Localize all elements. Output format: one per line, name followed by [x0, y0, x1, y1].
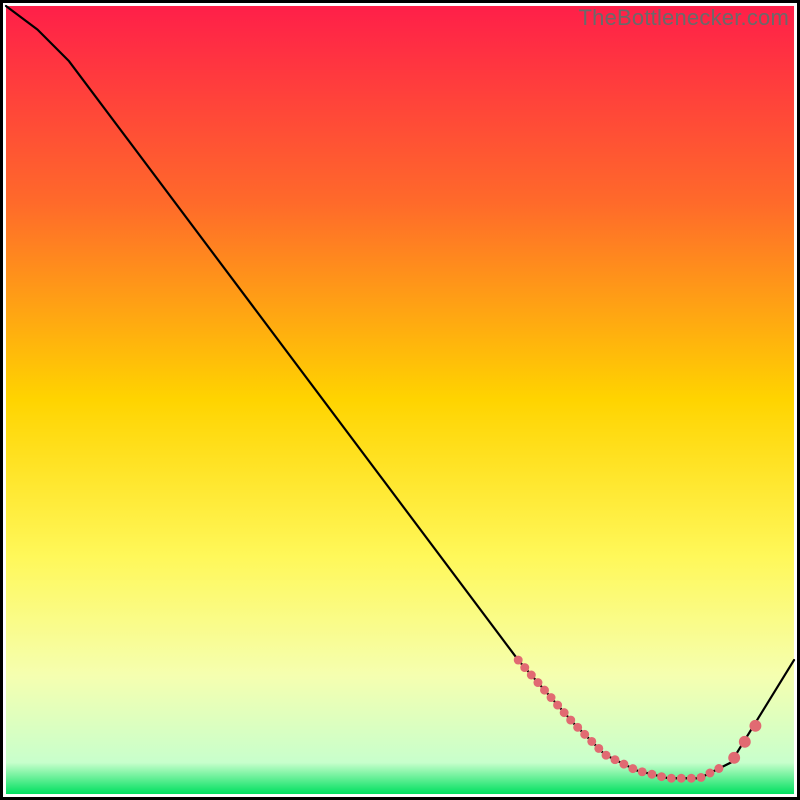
segment-dot	[697, 773, 706, 782]
chart-frame: TheBottlenecker.com	[0, 0, 800, 800]
segment-dot	[547, 693, 556, 702]
segment-dot	[602, 751, 611, 760]
segment-dot	[619, 760, 628, 769]
segment-dot	[527, 671, 536, 680]
segment-dot	[553, 701, 562, 710]
segment-dot	[647, 770, 656, 779]
segment-dot	[587, 737, 596, 746]
segment-dot	[560, 708, 569, 717]
segment-dot	[687, 774, 696, 783]
segment-dot	[677, 774, 686, 783]
segment-dot	[533, 678, 542, 687]
segment-dot	[514, 656, 523, 665]
segment-dot	[667, 774, 676, 783]
segment-dot-large	[749, 720, 761, 732]
segment-dot	[638, 767, 647, 776]
chart-svg	[3, 3, 797, 797]
segment-dot	[573, 723, 582, 732]
segment-dot-large	[739, 736, 751, 748]
watermark-label: TheBottlenecker.com	[579, 5, 789, 31]
segment-dot	[611, 755, 620, 764]
segment-dot	[520, 663, 529, 672]
segment-dot	[657, 772, 666, 781]
segment-dot	[628, 764, 637, 773]
segment-dot	[580, 730, 589, 739]
segment-dot	[594, 744, 603, 753]
segment-dot	[705, 769, 714, 778]
segment-dot	[566, 716, 575, 725]
gradient-background	[6, 6, 794, 794]
segment-dot	[540, 686, 549, 695]
segment-dot-large	[728, 752, 740, 764]
segment-dot	[714, 764, 723, 773]
